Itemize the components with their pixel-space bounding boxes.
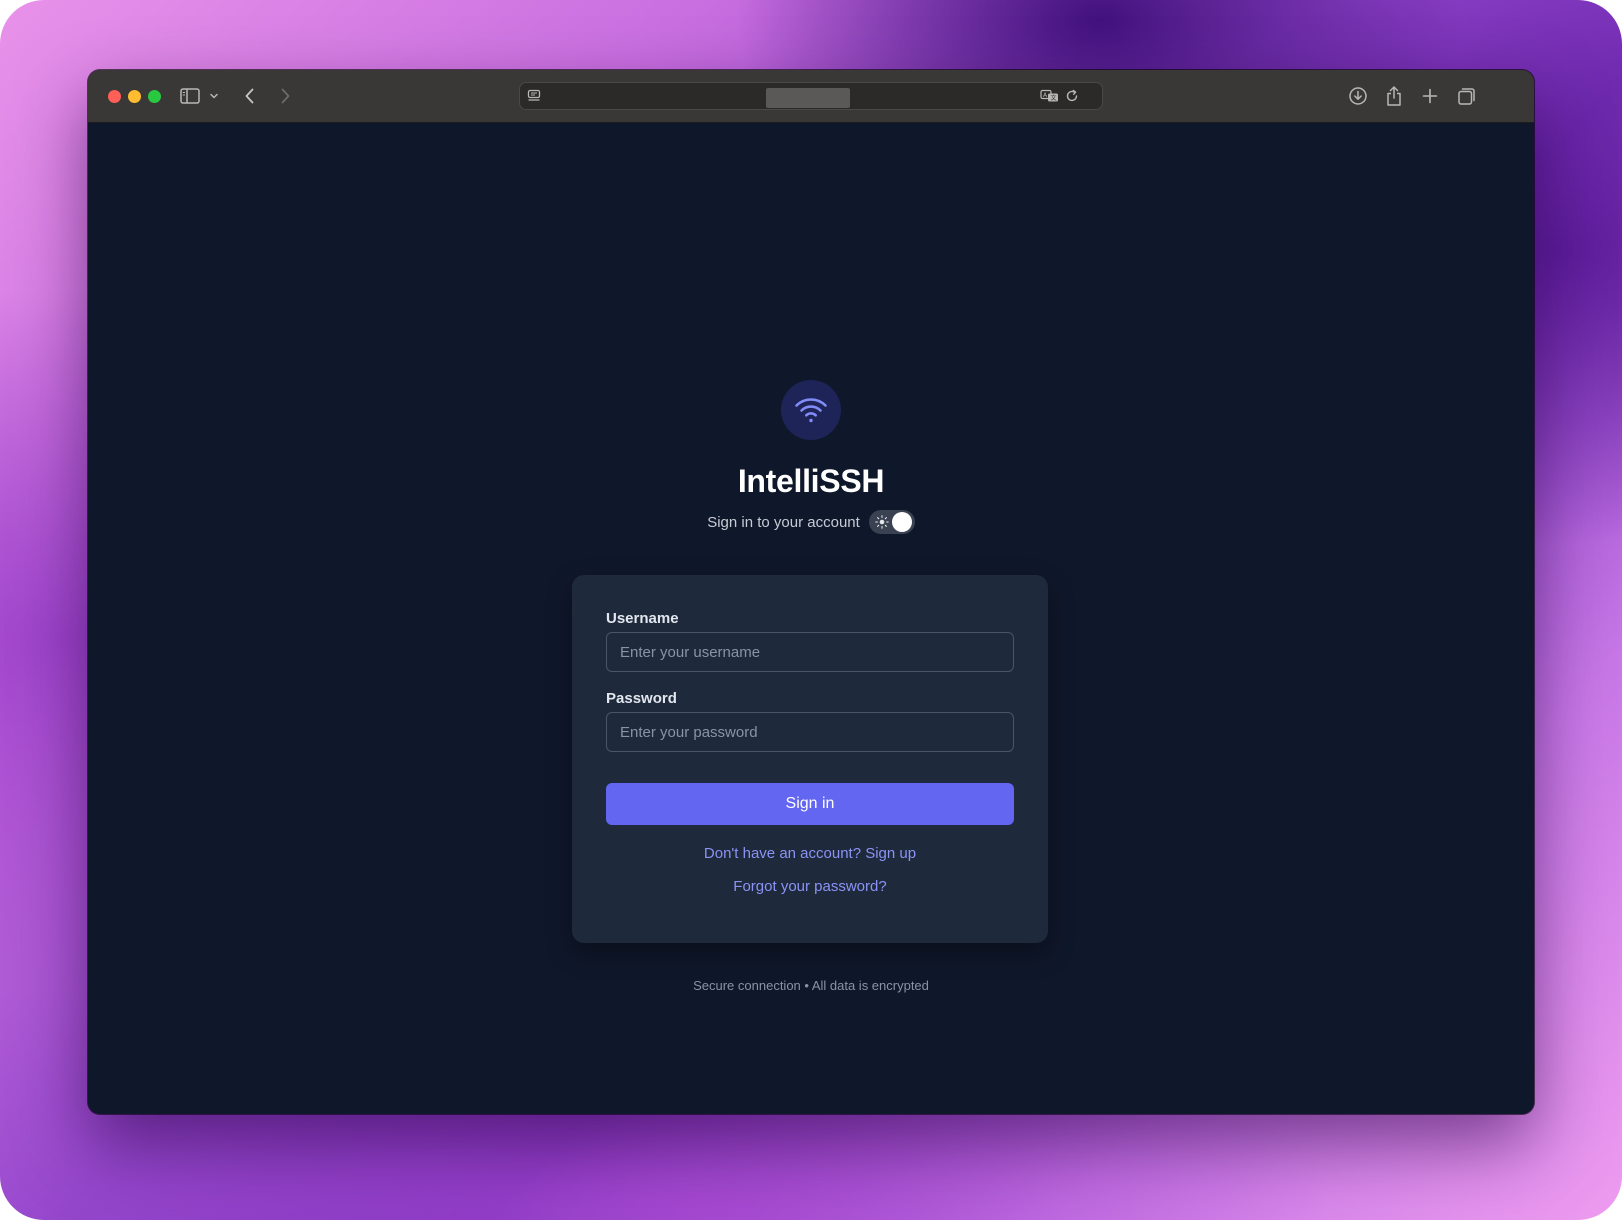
page-content: IntelliSSH Sign in to your account Usern…	[88, 123, 1534, 1114]
tabs-overview-icon[interactable]	[1455, 84, 1479, 108]
login-card: Username Password Sign in Don't have an …	[572, 575, 1048, 943]
minimize-window-button[interactable]	[128, 90, 141, 103]
username-label: Username	[606, 610, 679, 627]
toggle-knob	[891, 512, 912, 532]
translate-icon[interactable]: A文	[1038, 84, 1062, 108]
app-logo	[781, 380, 841, 440]
username-input[interactable]	[606, 632, 1014, 672]
download-icon[interactable]	[1346, 84, 1370, 108]
page-subtitle: Sign in to your account	[707, 513, 860, 531]
svg-text:文: 文	[1051, 94, 1057, 102]
page-menu-icon[interactable]	[522, 84, 546, 108]
browser-window: A文 IntelliSSH Sign in to your account Us…	[88, 70, 1534, 1114]
sun-icon	[875, 515, 889, 529]
chevron-down-icon[interactable]	[206, 84, 222, 108]
password-input[interactable]	[606, 712, 1014, 752]
new-tab-icon[interactable]	[1418, 84, 1442, 108]
wifi-icon	[795, 398, 827, 423]
close-window-button[interactable]	[108, 90, 121, 103]
desktop-background: A文 IntelliSSH Sign in to your account Us…	[0, 0, 1622, 1220]
security-note: Secure connection • All data is encrypte…	[693, 978, 929, 993]
forward-button[interactable]	[273, 84, 297, 108]
address-url	[766, 88, 850, 108]
password-label: Password	[606, 690, 677, 707]
address-bar[interactable]: A文	[519, 82, 1103, 110]
theme-toggle[interactable]	[868, 510, 915, 534]
share-icon[interactable]	[1382, 84, 1406, 108]
forgot-password-link[interactable]: Forgot your password?	[572, 878, 1048, 895]
back-button[interactable]	[238, 84, 262, 108]
app-title: IntelliSSH	[737, 463, 885, 499]
reload-icon[interactable]	[1060, 84, 1084, 108]
browser-toolbar: A文	[88, 70, 1534, 123]
subtitle-row: Sign in to your account	[88, 509, 1534, 535]
sign-in-button[interactable]: Sign in	[606, 783, 1014, 825]
sign-up-link[interactable]: Don't have an account? Sign up	[572, 845, 1048, 862]
sidebar-icon[interactable]	[178, 84, 202, 108]
chevron-left-icon	[245, 88, 254, 104]
chevron-right-icon	[281, 88, 290, 104]
zoom-window-button[interactable]	[148, 90, 161, 103]
